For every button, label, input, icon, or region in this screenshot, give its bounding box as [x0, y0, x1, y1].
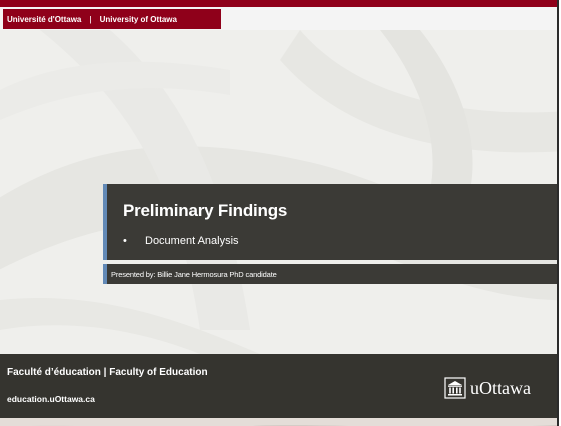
logo-wordmark: uOttawa	[470, 377, 531, 398]
top-accent-stripe	[0, 0, 557, 7]
bullet-item: • Document Analysis	[123, 235, 239, 247]
faculty-name: Faculté d’éducation | Faculty of Educati…	[7, 367, 208, 378]
brand-name-french: Université d'Ottawa	[7, 14, 82, 24]
top-bar: Université d'Ottawa | University of Otta…	[0, 0, 557, 30]
presenter-accent-bar	[103, 264, 107, 284]
bullet-marker: •	[123, 235, 127, 247]
uottawa-logo: uOttawa	[444, 377, 531, 399]
presentation-slide: Université d'Ottawa | University of Otta…	[0, 0, 559, 426]
brand-name-english: University of Ottawa	[99, 14, 177, 24]
title-panel	[103, 184, 557, 260]
brand-separator: |	[89, 14, 92, 24]
footer-decor-strip	[0, 418, 557, 426]
presenter-line: Presented by: Billie Jane Hermosura PhD …	[111, 270, 277, 279]
university-building-icon	[444, 377, 466, 399]
university-brand-tab: Université d'Ottawa | University of Otta…	[3, 9, 221, 29]
slide-title: Preliminary Findings	[123, 201, 288, 220]
bullet-text: Document Analysis	[145, 235, 239, 247]
title-accent-bar	[103, 184, 107, 260]
website-link[interactable]: education.uOttawa.ca	[7, 394, 95, 404]
